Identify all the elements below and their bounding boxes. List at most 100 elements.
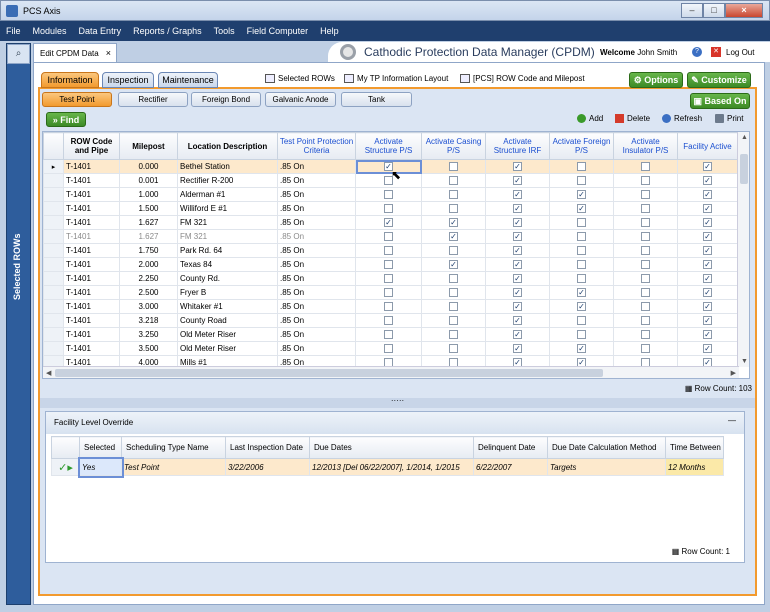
checked-checkbox[interactable]: ✓ (703, 288, 712, 298)
location-cell[interactable]: Park Rd. 64 (177, 243, 278, 258)
unchecked-checkbox[interactable] (641, 190, 650, 200)
table-row[interactable]: T-1401 3.250 Old Meter Riser .85 On ✓ ✓ (43, 327, 738, 342)
checkbox-cell[interactable]: ✓ (485, 201, 550, 216)
unchecked-checkbox[interactable] (641, 218, 650, 228)
checkbox-cell[interactable]: ✓ (677, 285, 738, 300)
table-row[interactable]: T-1401 1.627 FM 321.85 On ✓ ✓ ✓ ✓ (43, 215, 738, 230)
location-cell[interactable]: Old Meter Riser (177, 327, 278, 342)
checked-checkbox[interactable]: ✓ (513, 246, 522, 256)
unchecked-checkbox[interactable] (384, 260, 393, 270)
checked-checkbox[interactable]: ✓ (703, 246, 712, 256)
tab-maintenance[interactable]: Maintenance (158, 72, 218, 88)
table-row[interactable]: T-1401 1.750 Park Rd. 64.85 On ✓ ✓ (43, 243, 738, 258)
unchecked-checkbox[interactable] (577, 162, 586, 172)
unchecked-checkbox[interactable] (577, 232, 586, 242)
checkbox-cell[interactable]: ✓ (677, 271, 738, 286)
checked-checkbox[interactable]: ✓ (703, 204, 712, 214)
checkbox-cell[interactable] (355, 341, 422, 356)
milepost-cell[interactable]: 1.750 (119, 243, 178, 258)
checkbox-cell[interactable] (355, 285, 422, 300)
selected-rows-sidebar[interactable] (6, 43, 31, 605)
criteria-cell[interactable]: .85 On (277, 159, 356, 174)
milepost-cell[interactable]: 1.500 (119, 201, 178, 216)
checkbox-cell[interactable] (613, 243, 678, 258)
checkbox-cell[interactable]: ✓ (549, 285, 614, 300)
checkbox-cell[interactable]: ✓ (677, 299, 738, 314)
criteria-cell[interactable]: .85 On (277, 313, 356, 328)
logout-icon[interactable]: ✕ (711, 47, 721, 57)
unchecked-checkbox[interactable] (384, 316, 393, 326)
location-cell[interactable]: FM 321 (177, 215, 278, 230)
checkbox-cell[interactable] (613, 201, 678, 216)
hscroll-thumb[interactable] (55, 369, 603, 377)
checkbox-cell[interactable]: ✓ (485, 257, 550, 272)
checkbox-cell[interactable]: ✓ (485, 271, 550, 286)
unchecked-checkbox[interactable] (384, 344, 393, 354)
checkbox-cell[interactable] (355, 229, 422, 244)
criteria-cell[interactable]: .85 On (277, 201, 356, 216)
checkbox-cell[interactable] (549, 229, 614, 244)
unchecked-checkbox[interactable] (577, 316, 586, 326)
checkbox-cell[interactable] (421, 341, 486, 356)
milepost-cell[interactable]: 3.250 (119, 327, 178, 342)
override-cell[interactable]: Targets (547, 458, 666, 476)
row-code-cell[interactable]: T-1401 (63, 327, 120, 342)
override-header-time-between[interactable]: Time Between (665, 436, 724, 459)
checkbox-cell[interactable] (421, 201, 486, 216)
checkbox-cell[interactable] (549, 271, 614, 286)
criteria-cell[interactable]: .85 On (277, 285, 356, 300)
tab-information[interactable]: Information (41, 72, 99, 88)
options-button[interactable]: ⚙ Options (629, 72, 683, 88)
checked-checkbox[interactable]: ✓ (703, 190, 712, 200)
checkbox-cell[interactable]: ✓ (677, 257, 738, 272)
override-header-due-dates[interactable]: Due Dates (309, 436, 474, 459)
checkbox-cell[interactable] (421, 271, 486, 286)
checkbox-cell[interactable] (355, 299, 422, 314)
criteria-cell[interactable]: .85 On (277, 187, 356, 202)
column-header-activate-casing-p-s[interactable]: Activate Casing P/S (421, 132, 486, 160)
location-cell[interactable]: Old Meter Riser (177, 341, 278, 356)
checked-checkbox[interactable]: ✓ (513, 162, 522, 172)
tab-inspection[interactable]: Inspection (102, 72, 154, 88)
checkbox-cell[interactable] (613, 173, 678, 188)
row-code-cell[interactable]: T-1401 (63, 285, 120, 300)
checkbox-cell[interactable] (355, 173, 422, 188)
milepost-cell[interactable]: 0.001 (119, 173, 178, 188)
checkbox-cell[interactable]: ✓ (549, 201, 614, 216)
row-code-cell[interactable]: T-1401 (63, 313, 120, 328)
row-indicator[interactable] (43, 313, 64, 328)
add-button[interactable]: Add (577, 114, 603, 123)
checkbox-cell[interactable]: ✓ (485, 327, 550, 342)
location-cell[interactable]: County Rd. (177, 271, 278, 286)
checkbox-cell[interactable] (549, 257, 614, 272)
unchecked-checkbox[interactable] (641, 274, 650, 284)
scroll-right-icon[interactable]: ▶ (731, 369, 736, 377)
checkbox-cell[interactable] (355, 257, 422, 272)
table-row[interactable]: T-1401 3.218 County Road .85 On ✓ ✓ (43, 313, 738, 328)
unchecked-checkbox[interactable] (577, 330, 586, 340)
unchecked-checkbox[interactable] (449, 316, 458, 326)
checkbox-cell[interactable]: ✓ (677, 187, 738, 202)
milepost-cell[interactable]: 2.000 (119, 257, 178, 272)
vertical-scrollbar[interactable]: ▲ ▼ (737, 132, 749, 367)
table-row[interactable]: T-1401 2.000 Texas 84.85 On ✓ ✓ ✓ (43, 257, 738, 272)
unchecked-checkbox[interactable] (384, 204, 393, 214)
unchecked-checkbox[interactable] (449, 204, 458, 214)
checked-checkbox[interactable]: ✓ (577, 344, 586, 354)
override-cell[interactable]: 6/22/2007 (473, 458, 548, 476)
checkbox-cell[interactable] (421, 173, 486, 188)
milepost-cell[interactable]: 2.250 (119, 271, 178, 286)
checked-checkbox[interactable]: ✓ (703, 302, 712, 312)
criteria-cell[interactable]: .85 On (277, 271, 356, 286)
checkbox-cell[interactable]: ✓ (485, 285, 550, 300)
checked-checkbox[interactable]: ✓ (703, 176, 712, 186)
checkbox-cell[interactable] (613, 299, 678, 314)
row-indicator[interactable] (43, 299, 64, 314)
unchecked-checkbox[interactable] (449, 330, 458, 340)
criteria-cell[interactable]: .85 On (277, 229, 356, 244)
table-row[interactable]: T-1401 3.500 Old Meter Riser .85 On ✓ ✓ ✓ (43, 341, 738, 356)
row-code-cell[interactable]: T-1401 (63, 341, 120, 356)
checkbox-cell[interactable] (613, 327, 678, 342)
row-code-cell[interactable]: T-1401 (63, 173, 120, 188)
criteria-cell[interactable]: .85 On (277, 215, 356, 230)
